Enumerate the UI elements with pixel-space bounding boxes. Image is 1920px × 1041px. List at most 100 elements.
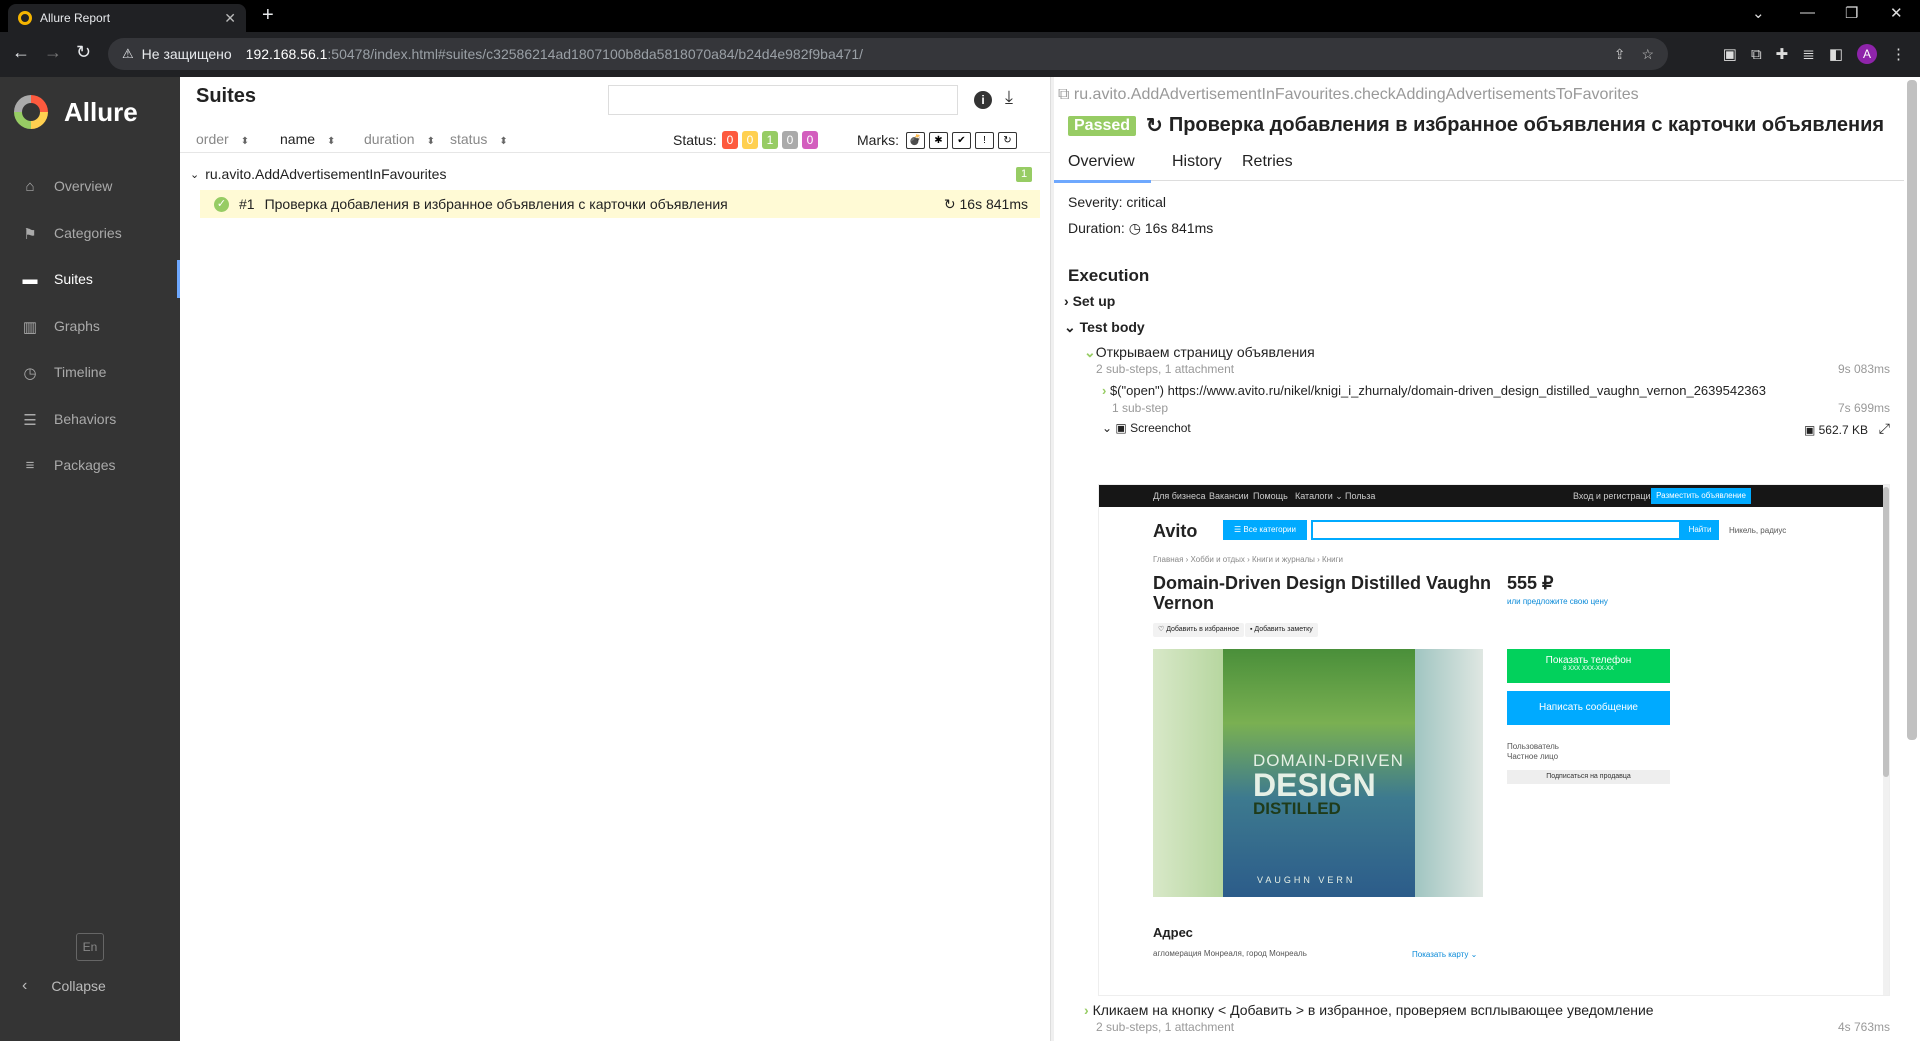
share-icon[interactable]: ⇪	[1614, 46, 1626, 63]
sidebar-item-label: Timeline	[54, 364, 107, 381]
forward-icon[interactable]: →	[44, 42, 62, 63]
duration-label: Duration:	[1068, 220, 1125, 236]
attachment-row[interactable]: ⌄ ▣ Screenchot	[1102, 421, 1191, 435]
align-left-icon: ≡	[25, 457, 35, 475]
test-name: Проверка добавления в избранное объявлен…	[264, 196, 728, 212]
status-broken-count[interactable]: 0	[742, 131, 758, 149]
tab-history[interactable]: History	[1172, 153, 1222, 171]
attachment-size: ▣ 562.7 KB	[1803, 423, 1868, 437]
new-tab-icon[interactable]: +	[262, 4, 274, 27]
sidebar: Allure ⌂ Overview ⚑ Categories ▬ Suites …	[0, 77, 180, 1041]
tab-retries[interactable]: Retries	[1242, 153, 1293, 171]
step-click-add-favourite[interactable]: › Кликаем на кнопку < Добавить > в избра…	[1084, 1002, 1654, 1018]
sort-icon: ⬍	[240, 136, 250, 147]
tab-search-icon[interactable]: ⌄	[1752, 4, 1765, 22]
suite-group-name: ru.avito.AddAdvertisementInFavourites	[205, 166, 447, 182]
mark-flaky-icon[interactable]: 💣	[906, 132, 925, 149]
sidepanel-icon[interactable]: ◧	[1829, 45, 1843, 63]
avito-search-field	[1311, 520, 1681, 540]
test-body-stage[interactable]: ⌄ Test body	[1064, 319, 1145, 336]
sort-order[interactable]: order ⬍	[196, 131, 249, 147]
sort-status[interactable]: status ⬍	[450, 131, 508, 147]
step-meta: 1 sub-step	[1112, 401, 1169, 415]
chevron-right-icon: ›	[1102, 383, 1110, 398]
sidebar-item-suites[interactable]: ▬ Suites	[0, 256, 180, 303]
restore-icon[interactable]: ❐	[1845, 4, 1858, 22]
attachment-scrollbar[interactable]	[1883, 485, 1889, 995]
sidebar-item-label: Categories	[54, 224, 122, 241]
test-title-line: Passed ↻ Проверка добавления в избранное…	[1068, 113, 1884, 138]
profile-avatar[interactable]: A	[1857, 44, 1877, 64]
duration-row: Duration: ◷ 16s 841ms	[1068, 220, 1213, 237]
avito-show-phone-button: Показать телефон 8 XXX XXX-XX-XX	[1507, 649, 1670, 683]
collapse-button[interactable]: ‹ Collapse	[22, 977, 106, 995]
avito-logo: Avito	[1153, 521, 1198, 541]
step-open-url[interactable]: › $("open") https://www.avito.ru/nikel/k…	[1102, 383, 1766, 398]
browser-tab[interactable]: Allure Report ✕	[8, 4, 246, 32]
status-unknown-count[interactable]: 0	[802, 131, 818, 149]
info-icon[interactable]: i	[974, 91, 992, 109]
sidebar-item-overview[interactable]: ⌂ Overview	[0, 163, 180, 210]
marks-label: Marks:	[857, 132, 899, 148]
briefcase-icon: ▬	[22, 271, 38, 289]
mark-new-broken-icon[interactable]: !	[975, 132, 994, 149]
detail-scrollbar[interactable]	[1907, 80, 1917, 740]
expand-icon[interactable]: ⤢	[1879, 420, 1890, 437]
avito-nav-item: Польза	[1345, 491, 1376, 501]
address-bar[interactable]: ⚠ Не защищено 192.168.56.1 :50478/index.…	[108, 38, 1668, 70]
language-button[interactable]: En	[76, 933, 104, 961]
minimize-icon[interactable]: —	[1800, 4, 1815, 21]
download-icon[interactable]: ⤓	[1005, 87, 1013, 108]
mark-new-failed-icon[interactable]: ✱	[929, 132, 948, 149]
sort-bar: order ⬍ name ⬍ duration ⬍ status ⬍ Status: 0…	[180, 127, 1050, 153]
tab-overview[interactable]: Overview	[1054, 153, 1151, 183]
setup-stage[interactable]: › Set up	[1064, 293, 1115, 309]
sidebar-item-behaviors[interactable]: ☰ Behaviors	[0, 396, 180, 443]
passed-check-icon: ✓	[214, 196, 229, 212]
status-passed-count[interactable]: 1	[762, 131, 778, 149]
allure-logo[interactable]: Allure	[14, 95, 138, 129]
url-host: 192.168.56.1	[245, 46, 328, 62]
avito-ad-image: DOMAIN-DRIVEN DESIGN DISTILLED VAUGHN VE…	[1153, 649, 1483, 897]
step-name: $("open") https://www.avito.ru/nikel/kni…	[1109, 383, 1766, 398]
sidebar-item-label: Graphs	[54, 317, 100, 334]
search-input[interactable]	[608, 85, 958, 115]
chevron-down-icon: ⌄	[190, 168, 200, 181]
test-row[interactable]: ✓ #1 Проверка добавления в избранное объ…	[200, 190, 1040, 218]
cast-icon[interactable]: ▣	[1723, 45, 1737, 63]
chevron-down-icon: ⌄	[1102, 421, 1116, 435]
sort-label: status	[450, 131, 488, 147]
sidebar-item-categories[interactable]: ⚑ Categories	[0, 210, 180, 257]
back-icon[interactable]: ←	[12, 42, 30, 63]
test-duration-value: 16s 841ms	[959, 195, 1028, 212]
status-filter-label: Status:	[673, 132, 717, 148]
severity: Severity: critical	[1068, 194, 1167, 210]
media-icon[interactable]: ≣	[1802, 45, 1815, 63]
sidebar-item-graphs[interactable]: ▥ Graphs	[0, 303, 180, 350]
status-failed-count[interactable]: 0	[722, 131, 738, 149]
avito-ad-title: Domain-Driven Design Distilled Vaughn Ve…	[1153, 573, 1492, 613]
extensions-icon[interactable]: ✚	[1776, 45, 1789, 63]
suite-group-row[interactable]: ⌄ ru.avito.AddAdvertisementInFavourites …	[190, 163, 1040, 185]
step-meta: 2 sub-steps, 1 attachment	[1096, 362, 1235, 376]
mark-new-passed-icon[interactable]: ✔	[952, 132, 971, 149]
close-window-icon[interactable]: ✕	[1890, 4, 1903, 22]
avito-offer-link: или предложите свою цену	[1507, 597, 1608, 606]
mark-retries-icon[interactable]: ↻	[998, 132, 1017, 149]
avito-nav-item: Каталоги ⌄	[1295, 491, 1343, 501]
status-skipped-count[interactable]: 0	[782, 131, 798, 149]
suite-count-badge: 1	[1016, 166, 1032, 182]
sidebar-item-timeline[interactable]: ◷ Timeline	[0, 349, 180, 396]
bookmark-star-icon[interactable]: ☆	[1641, 46, 1654, 63]
duration-value: 16s 841ms	[1144, 220, 1214, 236]
menu-icon[interactable]: ⋮	[1891, 45, 1906, 63]
sort-name[interactable]: name ⬍	[280, 131, 335, 147]
reload-icon[interactable]: ↻	[76, 42, 91, 63]
translate-icon[interactable]: ⧉	[1751, 46, 1762, 63]
sidebar-item-packages[interactable]: ≡ Packages	[0, 442, 180, 489]
sort-duration[interactable]: duration ⬍	[364, 131, 435, 147]
close-tab-icon[interactable]: ✕	[224, 10, 236, 27]
show-phone-label: Показать телефон	[1545, 655, 1632, 666]
avito-breadcrumbs: Главная › Хобби и отдых › Книги и журнал…	[1153, 555, 1343, 564]
step-open-page[interactable]: ⌄Открываем страницу объявления	[1084, 344, 1315, 361]
